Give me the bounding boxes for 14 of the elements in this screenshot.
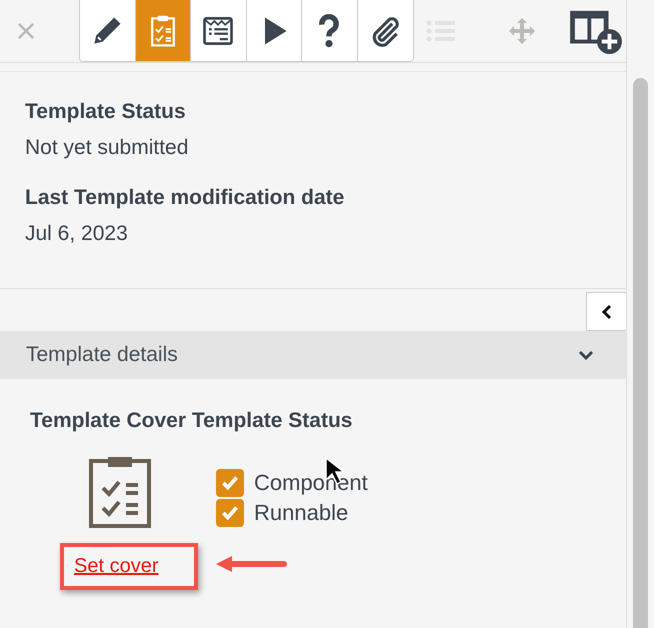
section-header[interactable]: Template details (0, 331, 626, 379)
set-cover-link[interactable]: Set cover (74, 555, 158, 577)
chevron-down-icon (578, 349, 594, 361)
cover-title: Template Cover Template Status (30, 409, 354, 433)
field-label: Last Template modification date (25, 186, 346, 210)
collapse-button[interactable] (586, 292, 626, 331)
chevron-left-icon (600, 304, 612, 320)
pencil-tool-button[interactable] (80, 0, 136, 61)
checkbox[interactable]: Component (216, 468, 368, 498)
clipboard-tool-button[interactable] (136, 0, 192, 61)
checkbox[interactable]: Runnable (216, 498, 368, 528)
field-label: Template Status (25, 100, 187, 124)
field-value: Not yet submitted (25, 136, 190, 160)
field-value: Jul 6, 2023 (25, 222, 129, 246)
